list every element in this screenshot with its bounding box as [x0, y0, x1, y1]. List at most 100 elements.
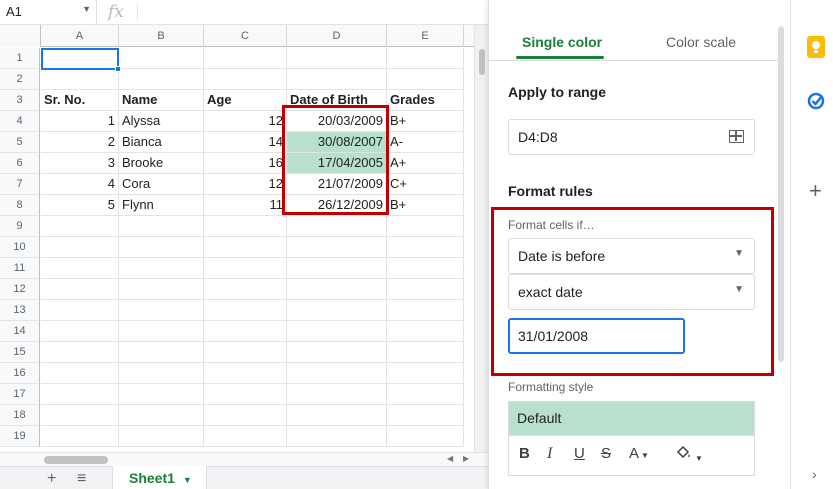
- keep-icon[interactable]: [807, 36, 825, 58]
- cell-b12[interactable]: [119, 279, 204, 300]
- column-header-c[interactable]: C: [204, 25, 287, 47]
- cell-b10[interactable]: [119, 237, 204, 258]
- row-header-16[interactable]: 16: [0, 363, 40, 384]
- column-header-d[interactable]: D: [287, 25, 387, 47]
- cell-c1[interactable]: [204, 48, 287, 69]
- row-header-15[interactable]: 15: [0, 342, 40, 363]
- row-header-4[interactable]: 4: [0, 111, 40, 132]
- cell-c16[interactable]: [204, 363, 287, 384]
- cell-b19[interactable]: [119, 426, 204, 447]
- cell-a12[interactable]: [41, 279, 119, 300]
- name-box[interactable]: A1 ▼: [0, 0, 97, 24]
- row-header-7[interactable]: 7: [0, 174, 40, 195]
- cell-a18[interactable]: [41, 405, 119, 426]
- cell-b15[interactable]: [119, 342, 204, 363]
- underline-button[interactable]: U: [574, 445, 585, 462]
- cell-d14[interactable]: [287, 321, 387, 342]
- cell-e5[interactable]: A-: [387, 132, 464, 153]
- row-header-1[interactable]: 1: [0, 48, 40, 69]
- cell-b16[interactable]: [119, 363, 204, 384]
- cell-b18[interactable]: [119, 405, 204, 426]
- column-header-a[interactable]: A: [41, 25, 119, 47]
- cell-a9[interactable]: [41, 216, 119, 237]
- scroll-thumb[interactable]: [479, 49, 485, 75]
- row-header-18[interactable]: 18: [0, 405, 40, 426]
- cell-c15[interactable]: [204, 342, 287, 363]
- cell-e10[interactable]: [387, 237, 464, 258]
- cell-c14[interactable]: [204, 321, 287, 342]
- row-header-9[interactable]: 9: [0, 216, 40, 237]
- cell-c8[interactable]: 11: [204, 195, 287, 216]
- horizontal-scrollbar[interactable]: ◀ ▶: [0, 452, 488, 466]
- cell-c6[interactable]: 16: [204, 153, 287, 174]
- cell-c11[interactable]: [204, 258, 287, 279]
- cell-a19[interactable]: [41, 426, 119, 447]
- cell-a2[interactable]: [41, 69, 119, 90]
- row-header-17[interactable]: 17: [0, 384, 40, 405]
- cell-e7[interactable]: C+: [387, 174, 464, 195]
- cell-c5[interactable]: 14: [204, 132, 287, 153]
- cell-c12[interactable]: [204, 279, 287, 300]
- scroll-thumb[interactable]: [44, 456, 108, 464]
- cell-c13[interactable]: [204, 300, 287, 321]
- cell-a8[interactable]: 5: [41, 195, 119, 216]
- row-header-6[interactable]: 6: [0, 153, 40, 174]
- scroll-right-icon[interactable]: ▶: [463, 454, 469, 463]
- cell-e17[interactable]: [387, 384, 464, 405]
- cell-a11[interactable]: [41, 258, 119, 279]
- add-icon[interactable]: +: [809, 178, 822, 204]
- cell-b3[interactable]: Name: [119, 90, 204, 111]
- row-header-13[interactable]: 13: [0, 300, 40, 321]
- cell-a17[interactable]: [41, 384, 119, 405]
- cell-b2[interactable]: [119, 69, 204, 90]
- cell-e8[interactable]: B+: [387, 195, 464, 216]
- row-header-12[interactable]: 12: [0, 279, 40, 300]
- row-header-19[interactable]: 19: [0, 426, 40, 447]
- cell-d2[interactable]: [287, 69, 387, 90]
- add-sheet-button[interactable]: +: [47, 470, 56, 488]
- cell-e6[interactable]: A+: [387, 153, 464, 174]
- cell-b11[interactable]: [119, 258, 204, 279]
- cell-a16[interactable]: [41, 363, 119, 384]
- cell-d13[interactable]: [287, 300, 387, 321]
- cell-e12[interactable]: [387, 279, 464, 300]
- strikethrough-button[interactable]: S: [601, 445, 611, 462]
- cell-a4[interactable]: 1: [41, 111, 119, 132]
- cell-e19[interactable]: [387, 426, 464, 447]
- cell-e13[interactable]: [387, 300, 464, 321]
- cell-b14[interactable]: [119, 321, 204, 342]
- cell-b5[interactable]: Bianca: [119, 132, 204, 153]
- tab-color-scale[interactable]: Color scale: [666, 34, 736, 50]
- cell-c4[interactable]: 12: [204, 111, 287, 132]
- column-header-e[interactable]: E: [387, 25, 464, 47]
- cell-d12[interactable]: [287, 279, 387, 300]
- row-header-11[interactable]: 11: [0, 258, 40, 279]
- chevron-down-icon[interactable]: ▼: [183, 475, 192, 485]
- active-cell-a1[interactable]: [41, 48, 121, 72]
- cell-e4[interactable]: B+: [387, 111, 464, 132]
- cell-d10[interactable]: [287, 237, 387, 258]
- fill-handle[interactable]: [115, 66, 121, 72]
- cell-c17[interactable]: [204, 384, 287, 405]
- cell-b7[interactable]: Cora: [119, 174, 204, 195]
- all-sheets-button[interactable]: ≡: [77, 470, 86, 488]
- cell-b4[interactable]: Alyssa: [119, 111, 204, 132]
- range-input[interactable]: D4:D8: [508, 119, 755, 155]
- cell-a6[interactable]: 3: [41, 153, 119, 174]
- row-header-5[interactable]: 5: [0, 132, 40, 153]
- row-header-10[interactable]: 10: [0, 237, 40, 258]
- bold-button[interactable]: B: [519, 445, 530, 462]
- cell-b13[interactable]: [119, 300, 204, 321]
- cell-a5[interactable]: 2: [41, 132, 119, 153]
- cell-c10[interactable]: [204, 237, 287, 258]
- grid-icon[interactable]: [729, 130, 744, 143]
- cell-b6[interactable]: Brooke: [119, 153, 204, 174]
- cell-a14[interactable]: [41, 321, 119, 342]
- cell-e2[interactable]: [387, 69, 464, 90]
- cell-b9[interactable]: [119, 216, 204, 237]
- cell-a13[interactable]: [41, 300, 119, 321]
- cell-e15[interactable]: [387, 342, 464, 363]
- cell-b8[interactable]: Flynn: [119, 195, 204, 216]
- select-all-corner[interactable]: [0, 25, 41, 47]
- cell-d17[interactable]: [287, 384, 387, 405]
